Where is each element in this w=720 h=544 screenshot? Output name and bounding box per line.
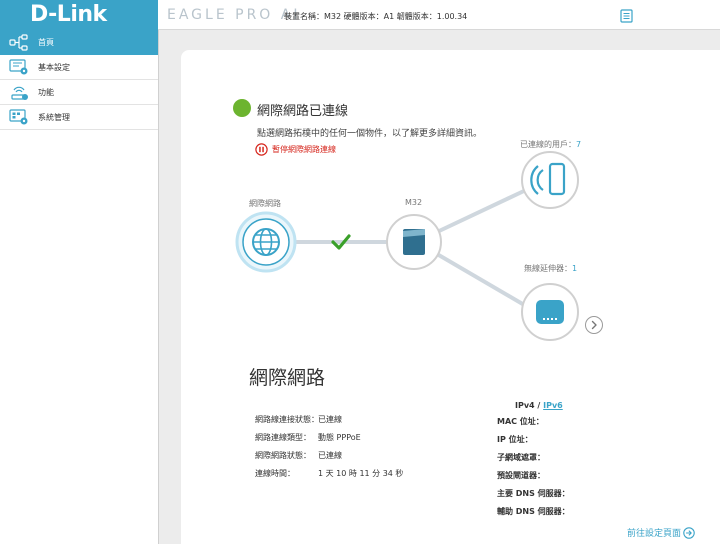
document-icon[interactable] <box>620 9 633 23</box>
connection-type-value: 動態 PPPoE <box>318 433 361 442</box>
home-card: 網際網路已連線 點選網路拓樸中的任何一個物件，以了解更多詳細資訊。 暫停網際網路… <box>181 50 720 544</box>
dlink-logo[interactable]: D-Link <box>0 0 158 30</box>
management-icon <box>9 109 28 125</box>
sidebar-item-label: 基本設定 <box>38 62 70 72</box>
extenders-count: 1 <box>572 264 578 273</box>
sidebar-item-features[interactable]: 功能 <box>0 80 158 105</box>
sidebar-item-label: 功能 <box>38 87 54 97</box>
default-gateway-label: 預設閘道器： <box>497 471 545 480</box>
router-node[interactable] <box>386 214 442 270</box>
connection-type-label: 網路連線類型： <box>255 433 311 442</box>
subnet-mask-label: 子網域遮罩： <box>497 453 545 462</box>
chevron-right-icon <box>591 320 597 330</box>
cable-status-row: 網路線連接狀態： 已連線 <box>255 414 342 425</box>
ipv6-link[interactable]: IPv6 <box>543 401 563 410</box>
router-node-label: M32 <box>405 198 423 207</box>
internet-section-title: 網際網路 <box>249 367 326 389</box>
secondary-dns-label: 輔助 DNS 伺服器： <box>497 507 570 516</box>
goto-settings-label: 前往設定頁面 <box>627 529 682 539</box>
internet-status-label: 網際網路狀態： <box>255 451 311 460</box>
sidebar: 首頁 基本設定 功能 系統管理 <box>0 30 159 544</box>
clients-node-label: 已連線的用戶：7 <box>520 139 581 150</box>
sidebar-item-management[interactable]: 系統管理 <box>0 105 158 130</box>
internet-node[interactable] <box>235 211 297 273</box>
extender-node[interactable] <box>521 283 579 341</box>
network-topology <box>235 151 579 341</box>
connection-type-row: 網路連線類型： 動態 PPPoE <box>255 432 361 443</box>
router-clients-link <box>436 188 527 234</box>
home-network-icon <box>9 34 28 51</box>
top-header: D-Link EAGLE PRO AI 裝置名稱：M32 硬體版本：A1 韌體版… <box>0 0 720 30</box>
router-extender-link <box>435 252 528 308</box>
goto-settings-link[interactable]: 前往設定頁面 <box>627 526 695 539</box>
ip-version-toggle: IPv4 / IPv6 <box>515 401 563 410</box>
clients-count: 7 <box>576 140 582 149</box>
uptime-value: 1 天 10 時 11 分 34 秒 <box>318 469 404 478</box>
features-icon <box>11 86 28 100</box>
ipv4-tab[interactable]: IPv4 <box>515 401 535 410</box>
ip-toggle-separator: / <box>534 401 544 410</box>
uptime-label: 連線時間： <box>255 469 295 478</box>
sidebar-item-home[interactable]: 首頁 <box>0 30 158 55</box>
cable-status-value: 已連線 <box>318 415 342 424</box>
internet-node-label: 網際網路 <box>249 199 281 208</box>
sidebar-item-label: 系統管理 <box>38 112 70 122</box>
extender-next-button[interactable] <box>585 316 603 334</box>
clients-node[interactable] <box>521 151 579 209</box>
router-icon <box>403 229 425 255</box>
mac-address-label: MAC 位址： <box>497 417 544 426</box>
settings-gear-icon <box>9 59 28 75</box>
extenders-node-label: 無線延伸器：1 <box>524 263 577 274</box>
sidebar-item-label: 首頁 <box>38 37 54 47</box>
internet-status-row: 網際網路狀態： 已連線 <box>255 450 342 461</box>
device-info: 裝置名稱：M32 硬體版本：A1 韌體版本：1.00.34 <box>284 12 468 21</box>
uptime-row: 連線時間： 1 天 10 時 11 分 34 秒 <box>255 468 403 479</box>
primary-dns-label: 主要 DNS 伺服器： <box>497 489 570 498</box>
main-content: 網際網路已連線 點選網路拓樸中的任何一個物件，以了解更多詳細資訊。 暫停網際網路… <box>159 30 720 544</box>
ip-address-label: IP 位址： <box>497 435 533 444</box>
extender-device-icon <box>536 300 564 324</box>
product-name: EAGLE PRO AI <box>167 7 301 23</box>
internet-status-value: 已連線 <box>318 451 342 460</box>
extenders-label-text: 無線延伸器： <box>524 264 572 273</box>
clients-label-text: 已連線的用戶： <box>520 140 576 149</box>
arrow-circle-right-icon <box>683 526 695 539</box>
cable-status-label: 網路線連接狀態： <box>255 415 319 424</box>
sidebar-item-basic-settings[interactable]: 基本設定 <box>0 55 158 80</box>
